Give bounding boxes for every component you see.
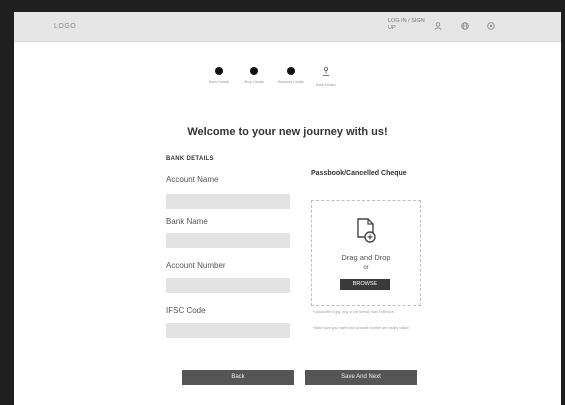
step-shop-details[interactable]: Shop Details [237, 67, 271, 84]
user-icon[interactable] [434, 22, 442, 32]
login-signup-link[interactable]: LOG IN / SIGN UP [388, 18, 428, 32]
app-window: LOGO LOG IN / SIGN UP Basic Details Shop… [14, 12, 561, 405]
page-title: Welcome to your new journey with us! [187, 126, 388, 138]
account-name-field[interactable] [166, 194, 290, 209]
account-number-label: Account Number [166, 261, 226, 270]
top-navbar: LOGO LOG IN / SIGN UP [14, 12, 561, 42]
step-label: Business Details [278, 80, 304, 84]
drag-drop-text: Drag and Drop [341, 253, 391, 262]
step-label: Shop Details [244, 80, 264, 84]
ifsc-code-field[interactable] [166, 323, 290, 338]
upload-visibility-note: *Make sure your name and account number … [313, 326, 409, 330]
save-and-next-button[interactable]: Save And Next [305, 370, 417, 385]
bank-name-label: Bank Name [166, 217, 208, 226]
step-basic-details[interactable]: Basic Details [202, 67, 236, 84]
account-number-field[interactable] [166, 278, 290, 293]
bank-name-field[interactable] [166, 233, 290, 248]
step-complete-icon [215, 67, 223, 75]
person-icon [309, 66, 343, 78]
step-bank-details[interactable]: Bank Details [309, 66, 343, 87]
upload-format-note: *Upload file in jpg, png or pdf format, … [313, 310, 394, 314]
account-name-label: Account Name [166, 175, 219, 184]
step-complete-icon [250, 67, 258, 75]
browse-button[interactable]: BROWSE [340, 279, 390, 290]
progress-stepper: Basic Details Shop Details Business Deta… [202, 66, 343, 107]
back-button[interactable]: Back [182, 370, 294, 385]
step-label: Bank Details [316, 83, 336, 87]
step-label: Basic Details [208, 80, 230, 84]
upload-label: Passbook/Cancelled Cheque [311, 170, 407, 177]
or-text: or [363, 265, 369, 271]
globe-icon[interactable] [461, 22, 469, 32]
step-complete-icon [287, 67, 295, 75]
document-upload-icon [356, 218, 378, 249]
ifsc-code-label: IFSC Code [166, 306, 206, 315]
file-dropzone[interactable]: Drag and Drop or BROWSE [311, 200, 421, 306]
settings-icon[interactable] [487, 22, 495, 32]
logo[interactable]: LOGO [54, 23, 76, 30]
step-business-details[interactable]: Business Details [274, 67, 308, 84]
section-heading: BANK DETAILS [166, 156, 214, 162]
